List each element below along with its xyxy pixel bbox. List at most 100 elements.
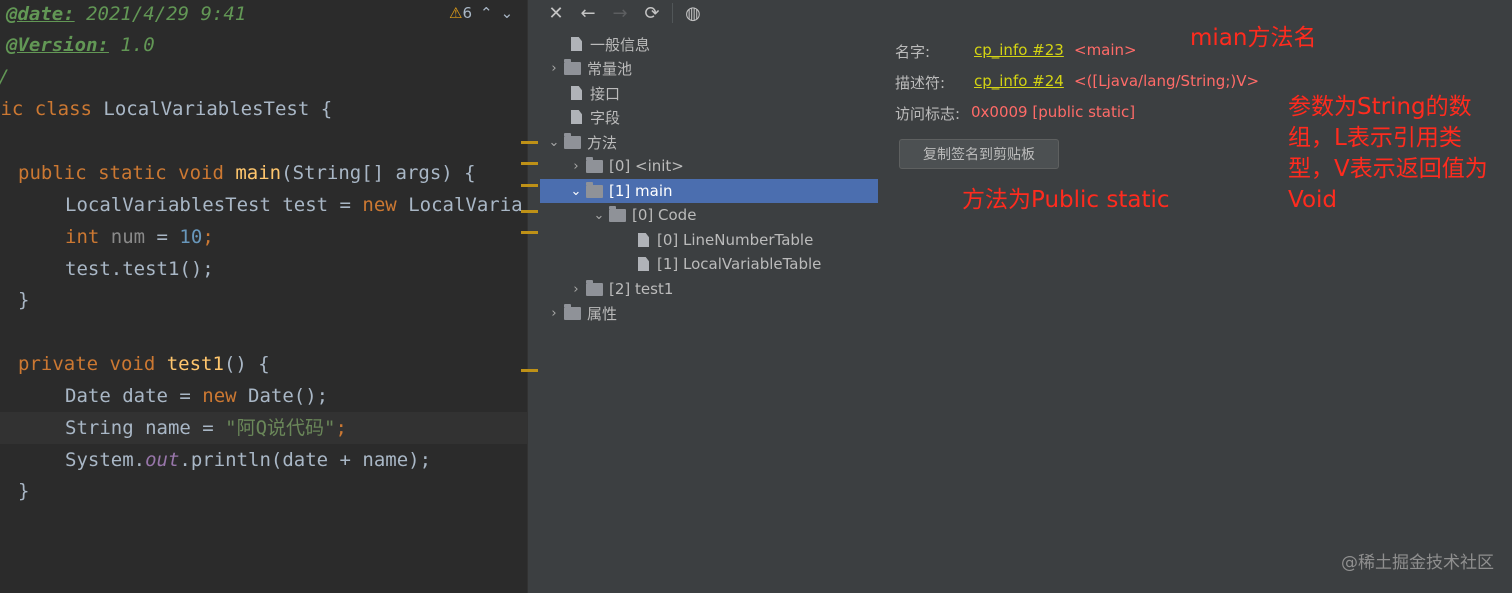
tree-item-constant-pool[interactable]: › 常量池	[540, 56, 878, 80]
access-flags-value: 0x0009 [public static]	[971, 103, 1136, 121]
descriptor-label: 描述符:	[895, 74, 946, 92]
file-icon	[571, 110, 582, 124]
viewer-toolbar: ✕ ← → ⟳ ◍	[540, 0, 1512, 26]
semicolon: ;	[335, 417, 347, 439]
tree-item-label: 字段	[590, 108, 621, 127]
tree-item-general[interactable]: 一般信息	[540, 32, 878, 56]
chevron-down-icon[interactable]: ⌄	[501, 4, 514, 22]
annotation-access: 方法为Public static	[962, 187, 1170, 213]
code-line: }	[18, 475, 29, 507]
method-name: main	[235, 162, 282, 184]
code-text: Date date =	[65, 385, 203, 407]
chevron-right-icon[interactable]: ›	[566, 159, 586, 174]
close-icon[interactable]: ✕	[540, 0, 572, 26]
chevron-down-icon[interactable]: ⌄	[566, 184, 586, 199]
tree-item-label: 属性	[587, 304, 618, 323]
globe-icon[interactable]: ◍	[677, 0, 709, 26]
editor-scrollbar[interactable]	[527, 0, 540, 593]
code-text: }	[18, 289, 30, 311]
tree-item-label: [2] test1	[609, 280, 674, 298]
tree-item-label: [0] Code	[632, 206, 697, 224]
method-details-panel: 名字: cp_info #23 <main> 描述符: cp_info #24 …	[878, 25, 1512, 593]
toolbar-divider	[672, 3, 673, 23]
tree-item-line-number-table[interactable]: [0] LineNumberTable	[540, 228, 878, 252]
warning-marker[interactable]	[521, 141, 538, 144]
warning-marker[interactable]	[521, 184, 538, 187]
tree-item-init[interactable]: › [0] <init>	[540, 154, 878, 178]
warning-indicator[interactable]: ⚠6	[449, 4, 472, 22]
name-value: <main>	[1074, 41, 1137, 59]
tree-item-label: 接口	[590, 84, 621, 103]
name-cp-link[interactable]: cp_info #23	[974, 41, 1064, 59]
refresh-icon[interactable]: ⟳	[636, 0, 668, 26]
chevron-right-icon[interactable]: ›	[544, 61, 564, 76]
tree-item-interfaces[interactable]: 接口	[540, 81, 878, 105]
code-line: @Version: 1.0	[6, 29, 155, 61]
file-icon	[638, 257, 649, 271]
keyword: lic class	[0, 98, 92, 120]
semicolon: ;	[202, 226, 214, 248]
annotation-line: Void	[1288, 187, 1338, 213]
code-text: =	[145, 226, 180, 248]
tree-item-test1[interactable]: › [2] test1	[540, 277, 878, 301]
warning-icon: ⚠	[449, 4, 463, 22]
annotation-line: 组，L表示引用类	[1288, 125, 1462, 151]
tree-item-attributes[interactable]: › 属性	[540, 301, 878, 325]
tree-item-label: [0] <init>	[609, 157, 684, 175]
code-text: String name =	[65, 417, 226, 439]
code-line: Date date = new Date();	[65, 380, 328, 412]
tree-item-local-variable-table[interactable]: [1] LocalVariableTable	[540, 252, 878, 276]
tree-item-label: 方法	[587, 133, 618, 152]
code-line: private void test1() {	[18, 348, 270, 380]
chevron-up-icon[interactable]: ⌃	[480, 4, 493, 22]
keyword: int	[65, 226, 100, 248]
code-text: .println(date + name);	[179, 449, 432, 471]
chevron-right-icon[interactable]: ›	[566, 282, 586, 297]
bytecode-viewer: ✕ ← → ⟳ ◍ 一般信息 › 常量池 接口 字段 ⌄ 方法 › [0] <init…	[540, 0, 1512, 593]
doc-text: 1.0	[108, 34, 155, 56]
name-label: 名字:	[895, 43, 931, 61]
code-line: test.test1();	[65, 253, 214, 285]
warning-marker[interactable]	[521, 231, 538, 234]
forward-icon[interactable]: →	[604, 0, 636, 26]
code-text: LocalVaria	[396, 194, 523, 216]
code-editor[interactable]: @date: 2021/4/29 9:41 @Version: 1.0 / li…	[0, 0, 527, 593]
code-line: }	[18, 284, 29, 316]
doc-tag: @date:	[6, 3, 75, 25]
tree-item-label: [1] main	[609, 182, 673, 200]
chevron-right-icon[interactable]: ›	[544, 306, 564, 321]
folder-icon	[609, 205, 626, 222]
tree-item-label: [0] LineNumberTable	[657, 231, 814, 249]
chevron-down-icon[interactable]: ⌄	[544, 135, 564, 150]
folder-icon	[564, 58, 581, 75]
annotation-line: 型，V表示返回值为	[1288, 156, 1488, 182]
keyword: private void	[18, 353, 156, 375]
chevron-down-icon[interactable]: ⌄	[589, 208, 609, 223]
file-icon	[571, 37, 582, 51]
file-icon	[571, 86, 582, 100]
warning-marker[interactable]	[521, 162, 538, 165]
copy-signature-button[interactable]: 复制签名到剪贴板	[899, 139, 1059, 169]
string-literal: "阿Q说代码"	[225, 417, 336, 439]
file-icon	[638, 233, 649, 247]
tree-item-code[interactable]: ⌄ [0] Code	[540, 203, 878, 227]
code-line: lic class LocalVariablesTest {	[0, 93, 332, 125]
code-line: int num = 10;	[65, 221, 214, 253]
code-text: System.	[65, 449, 146, 471]
tree-item-main[interactable]: ⌄ [1] main	[540, 179, 878, 203]
folder-icon	[564, 303, 581, 320]
warning-marker[interactable]	[521, 210, 538, 213]
static-field: out	[145, 449, 180, 471]
annotation-line: 参数为String的数	[1288, 94, 1472, 120]
warning-marker[interactable]	[521, 369, 538, 372]
back-icon[interactable]: ←	[572, 0, 604, 26]
code-line: public static void main(String[] args) {	[18, 157, 476, 189]
watermark: @稀土掘金技术社区	[1341, 553, 1494, 573]
tree-item-methods[interactable]: ⌄ 方法	[540, 130, 878, 154]
warning-count: 6	[462, 4, 472, 22]
tree-item-fields[interactable]: 字段	[540, 105, 878, 129]
descriptor-cp-link[interactable]: cp_info #24	[974, 72, 1064, 90]
folder-icon	[586, 156, 603, 173]
folder-icon	[564, 132, 581, 149]
inspection-widget[interactable]: ⚠6 ⌃ ⌄	[449, 0, 513, 26]
